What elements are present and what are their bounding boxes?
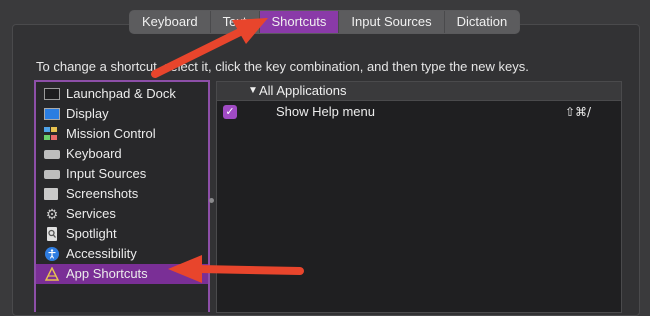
annotation-arrows	[151, 18, 304, 283]
arrow-to-shortcuts-tab	[151, 18, 268, 78]
arrow-to-app-shortcuts	[168, 255, 304, 283]
